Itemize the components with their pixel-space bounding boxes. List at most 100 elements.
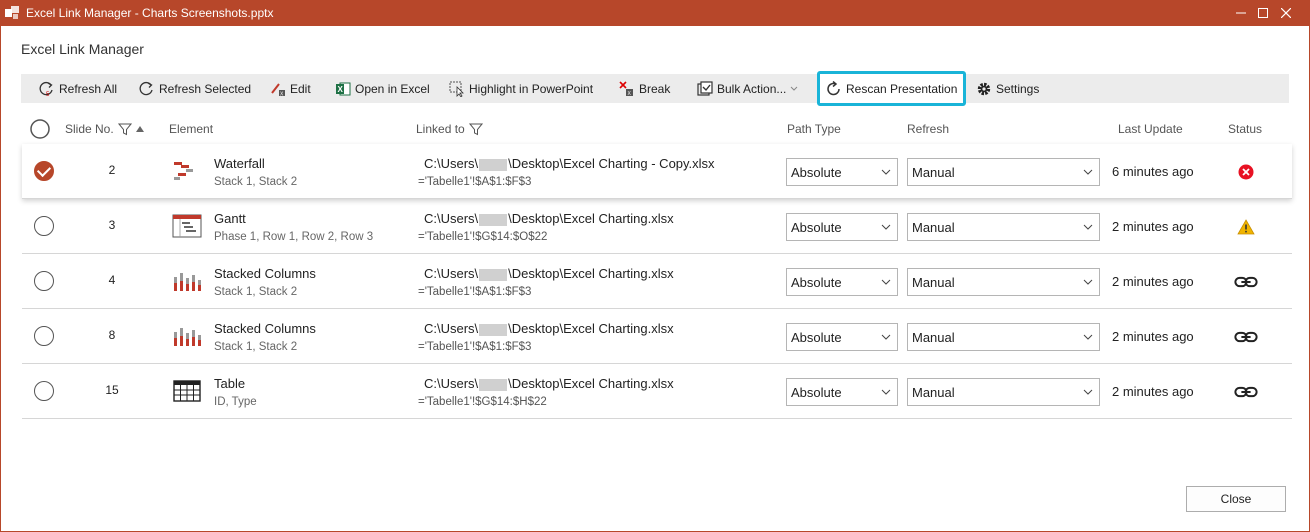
bulk-check-icon <box>697 80 713 96</box>
element-series: Stack 1, Stack 2 <box>214 176 298 188</box>
linked-to-label: Linked to <box>416 122 465 136</box>
row-select-radio[interactable] <box>34 161 54 181</box>
page-title: Excel Link Manager <box>21 41 144 57</box>
slide-number: 4 <box>108 273 116 287</box>
slide-number: 8 <box>108 328 116 342</box>
linked-file-path[interactable]: C:\Users\ \Desktop\Excel Charting.xlsx <box>424 376 674 391</box>
refresh-selected-button[interactable]: Refresh Selected <box>139 74 251 103</box>
link-icon <box>1234 276 1258 288</box>
table-row[interactable]: 8 Stacked Columns Stack 1, Stack 2 C:\Us… <box>22 309 1292 364</box>
refresh-mode-dropdown[interactable]: Manual <box>907 378 1100 406</box>
path-type-value: Absolute <box>791 329 842 345</box>
row-select-radio[interactable] <box>34 326 54 346</box>
column-header-linked-to[interactable]: Linked to <box>416 116 483 142</box>
row-select-radio[interactable] <box>34 381 54 401</box>
refresh-mode-value: Manual <box>912 164 955 180</box>
path-type-dropdown[interactable]: Absolute <box>786 268 898 296</box>
column-header-refresh[interactable]: Refresh <box>907 116 949 142</box>
edit-button[interactable]: X Edit <box>270 74 311 103</box>
link-icon <box>1234 331 1258 343</box>
warning-icon <box>1237 219 1255 235</box>
close-button[interactable]: Close <box>1186 486 1286 512</box>
path-suffix: \Desktop\Excel Charting.xlsx <box>508 321 674 336</box>
slide-number: 2 <box>108 163 116 177</box>
table-row[interactable]: 15 Table ID, Type C:\Users\ \Desktop\Exce… <box>22 364 1292 419</box>
row-select-radio[interactable] <box>34 271 54 291</box>
settings-button[interactable]: Settings <box>976 74 1039 103</box>
refresh-mode-dropdown[interactable]: Manual <box>907 323 1100 351</box>
refresh-all-label: Refresh All <box>59 81 118 96</box>
refresh-mode-dropdown[interactable]: Manual <box>907 213 1100 241</box>
path-type-dropdown[interactable]: Absolute <box>786 158 898 186</box>
path-suffix: \Desktop\Excel Charting - Copy.xlsx <box>508 156 715 171</box>
open-in-excel-button[interactable]: X Open in Excel <box>335 74 430 103</box>
last-update-time: 2 minutes ago <box>1112 274 1194 289</box>
refresh-mode-value: Manual <box>912 219 955 235</box>
svg-text:5: 5 <box>46 92 50 97</box>
close-window-button[interactable] <box>1263 0 1309 26</box>
refresh-all-button[interactable]: 5 Refresh All <box>39 74 117 103</box>
last-update-time: 2 minutes ago <box>1112 219 1194 234</box>
refresh-mode-dropdown[interactable]: Manual <box>907 158 1100 186</box>
refresh-mode-value: Manual <box>912 384 955 400</box>
excel-icon: X <box>336 82 351 95</box>
column-header-slide-no[interactable]: Slide No. <box>65 116 144 142</box>
linked-file-path[interactable]: C:\Users\ \Desktop\Excel Charting.xlsx <box>424 321 674 336</box>
slide-number: 15 <box>105 383 119 397</box>
slide-number: 3 <box>108 218 116 232</box>
chevron-down-icon <box>791 86 798 91</box>
linked-range: ='Tabelle1'!$A$1:$F$3 <box>418 176 532 188</box>
toolbar: 5 Refresh All Refresh Selected X Edit X … <box>21 71 1289 106</box>
bulk-actions-button[interactable]: Bulk Action... <box>697 74 798 103</box>
column-header-element[interactable]: Element <box>169 116 213 142</box>
path-type-value: Absolute <box>791 164 842 180</box>
linked-file-path[interactable]: C:\Users\ \Desktop\Excel Charting.xlsx <box>424 266 674 281</box>
stacked-column-chart-icon <box>174 328 201 346</box>
stacked-column-chart-icon <box>174 273 201 291</box>
column-header-status[interactable]: Status <box>1228 116 1262 142</box>
refresh-mode-value: Manual <box>912 329 955 345</box>
element-series: Stack 1, Stack 2 <box>214 286 298 298</box>
linked-file-path[interactable]: C:\Users\ \Desktop\Excel Charting.xlsx <box>424 211 674 226</box>
element-name: Stacked Columns <box>214 321 316 336</box>
chevron-down-icon <box>1083 279 1093 285</box>
table-row[interactable]: 2 Waterfall Stack 1, Stack 2 C:\Users\ \D… <box>22 144 1292 199</box>
gantt-chart-icon <box>172 214 202 238</box>
highlight-button[interactable]: Highlight in PowerPoint <box>449 74 593 103</box>
linked-range: ='Tabelle1'!$G$14:$H$22 <box>418 396 547 408</box>
chevron-down-icon <box>881 334 891 340</box>
rescan-presentation-button[interactable]: Rescan Presentation <box>817 71 967 106</box>
element-name: Waterfall <box>214 156 265 171</box>
chevron-down-icon <box>881 279 891 285</box>
refresh-mode-dropdown[interactable]: Manual <box>907 268 1100 296</box>
break-button[interactable]: X Break <box>619 74 670 103</box>
sort-ascending-icon[interactable] <box>135 126 144 132</box>
element-name: Stacked Columns <box>214 266 316 281</box>
element-series: ID, Type <box>214 396 257 408</box>
status-indicator <box>1234 218 1258 236</box>
linked-file-path[interactable]: C:\Users\ \Desktop\Excel Charting - Copy.… <box>424 156 715 171</box>
column-header-path-type[interactable]: Path Type <box>787 116 841 142</box>
filter-icon[interactable] <box>468 122 483 136</box>
path-type-dropdown[interactable]: Absolute <box>786 378 898 406</box>
edit-icon: X <box>271 82 285 97</box>
table-icon <box>173 380 201 402</box>
link-icon <box>1234 386 1258 398</box>
table-row[interactable]: 4 Stacked Columns Stack 1, Stack 2 C:\Us… <box>22 254 1292 309</box>
slide-no-label: Slide No. <box>65 122 114 136</box>
waterfall-chart-icon <box>174 162 193 180</box>
svg-text:X: X <box>338 85 344 94</box>
status-indicator <box>1234 328 1258 346</box>
redacted-username <box>479 268 508 281</box>
column-header-last-update[interactable]: Last Update <box>1118 116 1183 142</box>
refresh-selected-icon <box>139 81 153 95</box>
filter-icon[interactable] <box>117 122 132 136</box>
row-select-radio[interactable] <box>34 216 54 236</box>
table-row[interactable]: 3 Gantt Phase 1, Row 1, Row 2, Row 3 C:\… <box>22 199 1292 254</box>
path-type-dropdown[interactable]: Absolute <box>786 213 898 241</box>
select-all-radio[interactable] <box>30 116 50 142</box>
path-prefix: C:\Users\ <box>424 156 479 171</box>
redacted-username <box>479 378 508 391</box>
highlight-label: Highlight in PowerPoint <box>469 81 594 96</box>
path-type-dropdown[interactable]: Absolute <box>786 323 898 351</box>
